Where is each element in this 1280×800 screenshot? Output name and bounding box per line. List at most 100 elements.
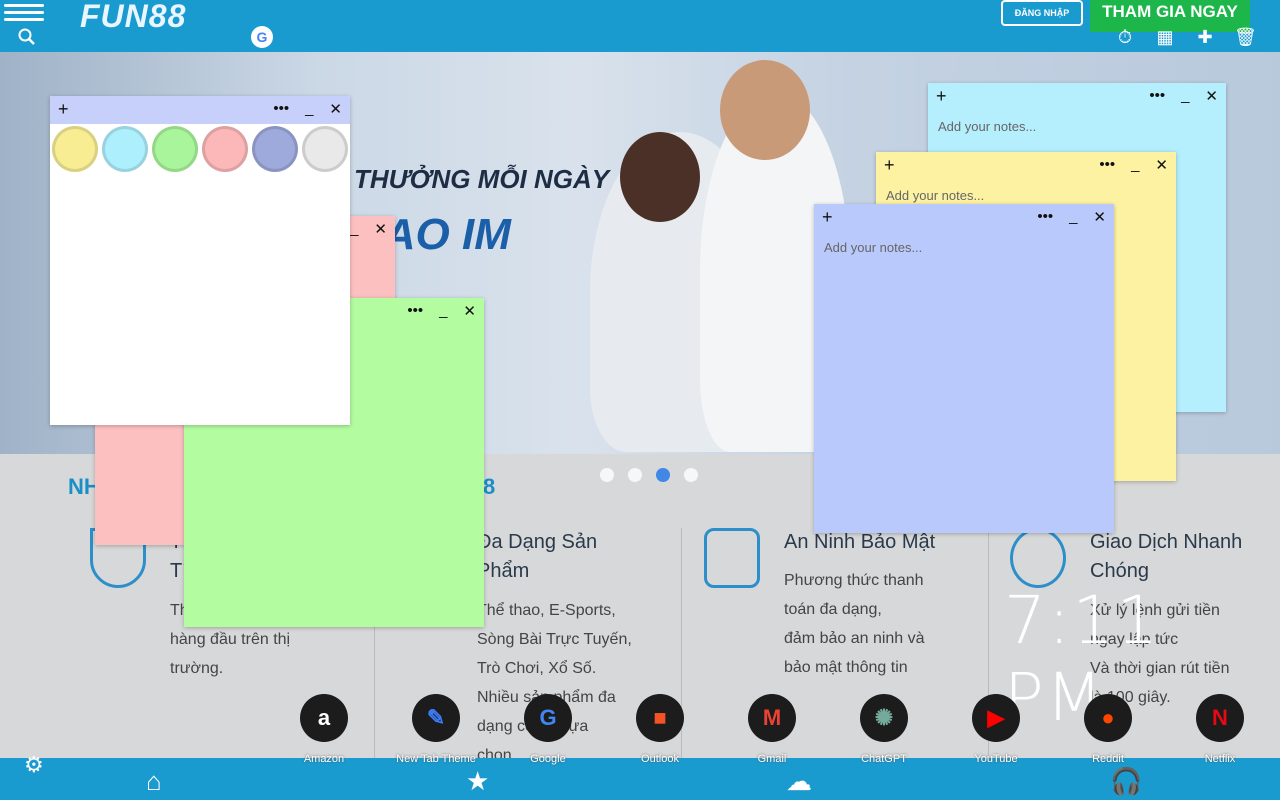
sticky-note-blue[interactable]: + ••• _ ✕ Add your notes...	[814, 204, 1114, 533]
close-icon[interactable]: ✕	[1155, 156, 1168, 174]
color-swatch[interactable]	[202, 126, 248, 172]
close-icon[interactable]: ✕	[1205, 87, 1218, 105]
settings-gear-icon[interactable]: ⚙	[24, 752, 48, 777]
netflix-icon-glyph: N	[1212, 705, 1228, 730]
color-swatch[interactable]	[302, 126, 348, 172]
new-note-icon[interactable]: ✚	[1194, 26, 1216, 48]
player-image	[620, 132, 700, 222]
close-icon[interactable]: ✕	[1093, 208, 1106, 226]
carousel-dot[interactable]	[684, 468, 698, 482]
more-options-icon[interactable]: •••	[1099, 156, 1115, 174]
amazon-icon-glyph: a	[317, 705, 331, 730]
carousel-dot[interactable]	[628, 468, 642, 482]
minimize-icon[interactable]: _	[305, 100, 313, 118]
login-button[interactable]: ĐĂNG NHẬP	[1001, 0, 1083, 26]
shortcut-gmail[interactable]: M Gmail	[716, 694, 828, 765]
shortcut-youtube[interactable]: ▶ YouTube	[940, 694, 1052, 765]
shortcut-label: YouTube	[974, 753, 1018, 765]
netflix-icon[interactable]: N	[1196, 694, 1244, 742]
shortcut-chatgpt[interactable]: ✺ ChatGPT	[828, 694, 940, 765]
search-icon[interactable]	[16, 26, 38, 48]
shortcut-new-tab-theme[interactable]: ✎ New Tab Theme	[380, 694, 492, 765]
youtube-icon-glyph: ▶	[987, 705, 1005, 730]
minimize-icon[interactable]: _	[1069, 208, 1077, 226]
shortcut-label: Reddit	[1092, 753, 1124, 765]
shortcut-amazon[interactable]: a Amazon	[268, 694, 380, 765]
color-swatch[interactable]	[152, 126, 198, 172]
chatgpt-icon-glyph: ✺	[874, 705, 894, 730]
reddit-icon[interactable]: ●	[1084, 694, 1132, 742]
minimize-icon[interactable]: _	[1181, 87, 1189, 105]
mobile-device-icon	[704, 528, 760, 588]
currency-icon	[1010, 528, 1066, 588]
calculator-icon[interactable]: ▦	[1154, 26, 1176, 48]
note-titlebar[interactable]: + ••• _ ✕	[876, 152, 1176, 180]
close-icon[interactable]: ✕	[329, 100, 342, 118]
star-icon[interactable]: ★	[466, 766, 489, 797]
close-icon[interactable]: ✕	[463, 302, 476, 320]
add-note-icon[interactable]: +	[822, 207, 833, 228]
outlook-icon-glyph: ■	[653, 705, 667, 730]
carousel-dot[interactable]	[656, 468, 670, 482]
headset-icon[interactable]: 🎧	[1110, 766, 1142, 797]
add-note-icon[interactable]: +	[884, 155, 895, 176]
shortcut-label: ChatGPT	[861, 753, 907, 765]
promo-headline: THƯỞNG MỖI NGÀY	[354, 164, 610, 194]
color-swatch[interactable]	[102, 126, 148, 172]
more-options-icon[interactable]: •••	[1037, 208, 1053, 226]
amazon-icon[interactable]: a	[300, 694, 348, 742]
feature-text: Phương thức thanh toán đa dạng, đảm bảo …	[784, 572, 925, 676]
youtube-icon[interactable]: ▶	[972, 694, 1020, 742]
minimize-icon[interactable]: _	[439, 302, 447, 320]
google-search-icon[interactable]: G	[251, 26, 273, 48]
trash-icon[interactable]: 🗑	[1234, 26, 1257, 48]
new-tab-theme-icon[interactable]: ✎	[412, 694, 460, 742]
note-text-area[interactable]: Add your notes...	[814, 232, 1114, 263]
close-icon[interactable]: ✕	[374, 220, 387, 238]
outlook-icon[interactable]: ■	[636, 694, 684, 742]
home-icon[interactable]: ⌂	[146, 766, 162, 797]
minimize-icon[interactable]: _	[350, 220, 358, 238]
sticky-note-white[interactable]: + ••• _ ✕	[50, 96, 350, 425]
color-palette	[50, 124, 350, 174]
note-titlebar[interactable]: + ••• _ ✕	[50, 96, 350, 124]
add-note-icon[interactable]: +	[936, 86, 947, 107]
timer-icon[interactable]: ⏱	[1114, 26, 1136, 48]
new-tab-theme-icon-glyph: ✎	[426, 705, 446, 730]
gmail-icon-glyph: M	[762, 705, 782, 730]
chatgpt-icon[interactable]: ✺	[860, 694, 908, 742]
shortcut-bar: a Amazon ✎ New Tab Theme G Google ■ Outlook M Gma…	[268, 694, 1276, 765]
carousel-dot[interactable]	[600, 468, 614, 482]
shortcut-label: Outlook	[641, 753, 679, 765]
feature-title: Đa Dạng Sản Phẩm	[477, 531, 598, 582]
feature-title: Giao Dịch Nhanh Chóng	[1090, 531, 1243, 582]
add-note-icon[interactable]: +	[58, 99, 69, 120]
shortcut-reddit[interactable]: ● Reddit	[1052, 694, 1164, 765]
color-swatch[interactable]	[52, 126, 98, 172]
shortcut-label: New Tab Theme	[396, 753, 476, 765]
color-swatch[interactable]	[252, 126, 298, 172]
note-text-area[interactable]: Add your notes...	[928, 111, 1226, 142]
more-options-icon[interactable]: •••	[1149, 87, 1165, 105]
carousel-dots	[600, 468, 698, 482]
shortcut-label: Google	[530, 753, 566, 765]
cloud-download-icon[interactable]: ☁	[786, 766, 812, 797]
gmail-icon[interactable]: M	[748, 694, 796, 742]
shortcut-outlook[interactable]: ■ Outlook	[604, 694, 716, 765]
shortcut-label: Gmail	[757, 753, 787, 765]
search-bar[interactable]	[16, 26, 283, 54]
shortcut-label: Netflix	[1204, 753, 1236, 765]
toolbar: ⏱ ▦ ✚ 🗑	[1114, 26, 1257, 48]
google-icon[interactable]: G	[524, 694, 572, 742]
more-options-icon[interactable]: •••	[273, 100, 289, 118]
shortcut-netflix[interactable]: N Netflix	[1164, 694, 1276, 765]
reddit-icon-glyph: ●	[1101, 705, 1115, 730]
shortcut-google[interactable]: G Google	[492, 694, 604, 765]
player-image	[720, 60, 810, 160]
minimize-icon[interactable]: _	[1131, 156, 1139, 174]
note-titlebar[interactable]: + ••• _ ✕	[814, 204, 1114, 232]
google-icon-glyph: G	[539, 705, 557, 730]
note-titlebar[interactable]: + ••• _ ✕	[928, 83, 1226, 111]
section-title: 8	[483, 474, 496, 499]
more-options-icon[interactable]: •••	[407, 302, 423, 320]
